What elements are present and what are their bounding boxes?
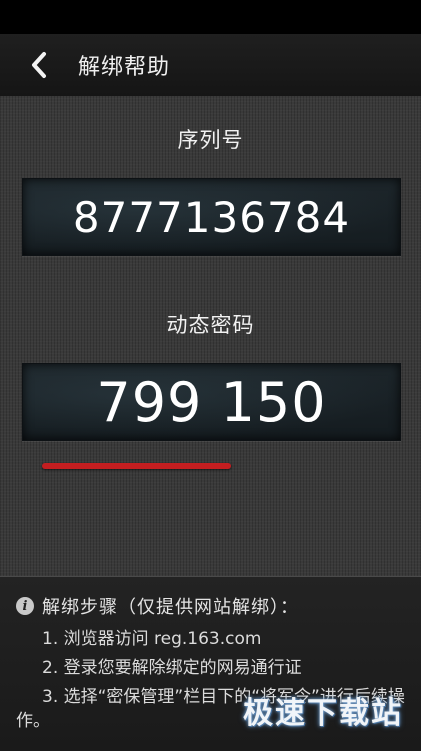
help-title: 解绑步骤（仅提供网站解绑）： — [42, 597, 299, 618]
serial-number: 8777136784 — [72, 192, 351, 242]
status-bar — [0, 0, 421, 34]
help-step: 1. 浏览器访问 reg.163.com — [42, 629, 262, 649]
page-title: 解绑帮助 — [78, 55, 171, 80]
info-icon: i — [16, 597, 34, 615]
serial-box: 8777136784 — [22, 178, 401, 256]
back-button[interactable] — [0, 34, 78, 96]
help-title-row: i 解绑步骤（仅提供网站解绑）： — [16, 593, 299, 619]
help-step: 2. 登录您要解除绑定的网易通行证 — [42, 658, 302, 678]
chevron-left-icon — [32, 52, 46, 78]
dynamic-code-label: 动态密码 — [166, 313, 255, 337]
dynamic-code-box: 799 150 — [22, 363, 401, 441]
code-timer-fill — [42, 463, 231, 469]
dynamic-code: 799 150 — [96, 370, 327, 434]
code-timer-bar — [42, 463, 308, 469]
app-header: 解绑帮助 — [0, 34, 421, 97]
serial-label: 序列号 — [177, 128, 244, 152]
watermark-logo: 极速下载站 — [243, 696, 403, 731]
